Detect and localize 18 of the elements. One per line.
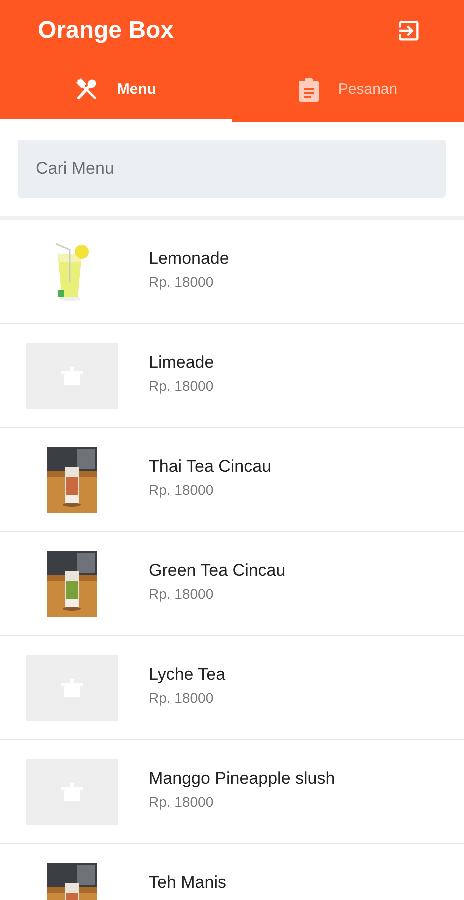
item-name: Manggo Pineapple slush <box>149 769 336 789</box>
tab[interactable]: Pesanan <box>232 62 464 122</box>
item-price: Rp. 18000 <box>149 690 215 706</box>
app-title: Orange Box <box>38 17 174 45</box>
item-price: Rp. 18000 <box>149 794 215 810</box>
tab[interactable]: Menu <box>0 62 232 122</box>
item-name: Limeade <box>149 353 214 373</box>
item-name: Teh Manis <box>149 873 226 893</box>
item-price: Rp. 18000 <box>149 274 215 290</box>
item-name: Thai Tea Cincau <box>149 457 272 477</box>
item-name: Lyche Tea <box>149 665 226 685</box>
clipboard-icon <box>298 78 320 102</box>
item-name: Lemonade <box>149 249 230 269</box>
search-field[interactable]: Cari Menu <box>18 140 446 198</box>
item-name: Green Tea Cincau <box>149 561 286 581</box>
item-price: Rp. 18000 <box>149 586 215 602</box>
item-price: Rp. 18000 <box>149 482 215 498</box>
item-price: Rp. 18000 <box>149 378 214 394</box>
